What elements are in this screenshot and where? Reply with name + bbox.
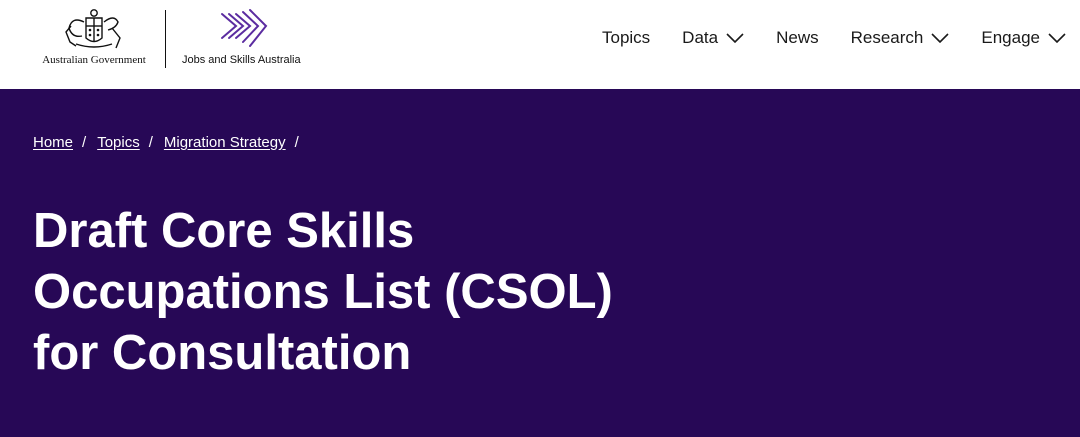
nav-topics[interactable]: Topics [602,28,650,48]
site-header: Australian Government Jobs and Skills Au… [0,0,1080,89]
page-title-line-3: for Consultation [33,326,412,380]
page-title: Draft Core Skills Occupations List (CSOL… [33,201,673,384]
breadcrumb-topics[interactable]: Topics [97,134,140,151]
hero-banner: Home / Topics / Migration Strategy / Dra… [0,89,1080,437]
logo-divider [165,10,166,68]
nav-engage[interactable]: Engage [981,28,1066,48]
nav-research-label: Research [850,28,924,47]
australian-government-logo[interactable]: Australian Government [36,8,152,78]
nav-research[interactable]: Research [851,28,950,48]
page-title-line-1: Draft Core Skills [33,204,415,258]
chevron-down-icon [726,33,744,43]
breadcrumb-migration-strategy[interactable]: Migration Strategy [164,134,286,151]
chevron-down-icon [931,33,949,43]
breadcrumb: Home / Topics / Migration Strategy / [33,134,310,151]
breadcrumb-separator: / [148,134,153,151]
coat-of-arms-icon [65,9,121,49]
jsa-logo-text: Jobs and Skills Australia [182,54,301,66]
breadcrumb-separator: / [82,134,87,151]
nav-engage-label: Engage [981,28,1040,47]
breadcrumb-home[interactable]: Home [33,134,73,151]
page-title-line-2: Occupations List (CSOL) [33,265,613,319]
gov-logo-text: Australian Government [42,54,146,66]
breadcrumb-separator: / [294,134,299,151]
chevron-arrows-icon [221,9,268,47]
nav-news[interactable]: News [776,28,819,48]
main-nav: Topics Data News Research Engage [570,26,1066,50]
jsa-logo[interactable]: Jobs and Skills Australia [182,8,322,78]
nav-topics-label: Topics [601,28,651,47]
chevron-down-icon [1048,33,1066,43]
nav-data[interactable]: Data [682,28,744,48]
nav-news-label: News [776,28,819,47]
nav-data-label: Data [682,28,719,47]
logo-block[interactable]: Australian Government Jobs and Skills Au… [36,8,301,78]
